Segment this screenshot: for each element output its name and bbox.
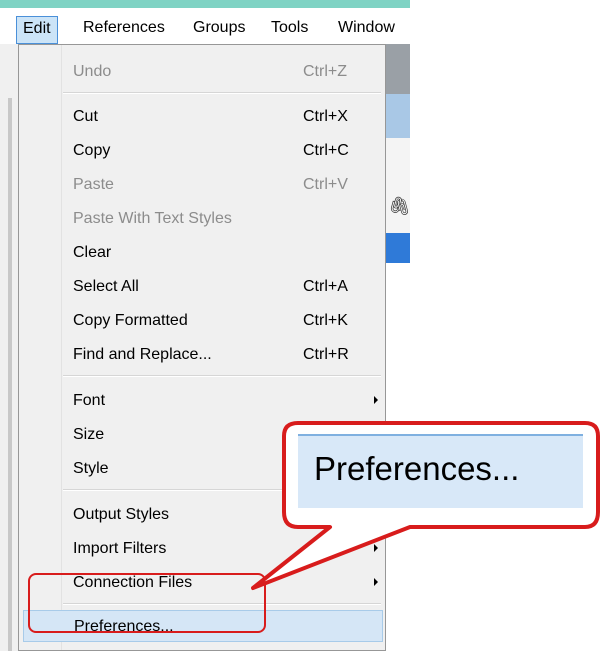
menu-item-find-and-replace[interactable]: Find and Replace... Ctrl+R bbox=[19, 339, 385, 369]
menu-item-label: Paste With Text Styles bbox=[73, 210, 232, 227]
menu-item-clear[interactable]: Clear bbox=[19, 237, 385, 267]
menu-item-label: Copy Formatted bbox=[73, 312, 188, 329]
submenu-arrow-icon bbox=[374, 396, 378, 404]
menu-references[interactable]: References bbox=[83, 19, 165, 37]
menu-item-label: Find and Replace... bbox=[73, 346, 212, 363]
menu-item-copy-formatted[interactable]: Copy Formatted Ctrl+K bbox=[19, 305, 385, 335]
menu-bar: Edit References Groups Tools Window bbox=[0, 0, 410, 44]
menu-item-label: Size bbox=[73, 426, 105, 443]
edit-menu-dropdown: Undo Ctrl+Z Cut Ctrl+X Copy Ctrl+C Paste… bbox=[18, 44, 386, 651]
menu-item-shortcut: Ctrl+C bbox=[303, 142, 349, 159]
menu-item-shortcut: Ctrl+A bbox=[303, 278, 348, 295]
menu-item-import-filters[interactable]: Import Filters bbox=[19, 533, 385, 563]
menu-item-shortcut: Ctrl+K bbox=[303, 312, 348, 329]
app-left-frame-border bbox=[8, 98, 12, 651]
submenu-arrow-icon bbox=[374, 578, 378, 586]
app-toolbar-strip bbox=[385, 44, 410, 94]
menu-item-label: Copy bbox=[73, 142, 111, 159]
menu-item-shortcut: Ctrl+R bbox=[303, 346, 349, 363]
menu-item-paste-with-text-styles[interactable]: Paste With Text Styles bbox=[19, 203, 385, 233]
callout-label: Preferences... bbox=[314, 450, 520, 487]
menu-item-shortcut: Ctrl+X bbox=[303, 108, 348, 125]
app-header-strip bbox=[385, 94, 410, 138]
menu-separator bbox=[63, 92, 381, 94]
menu-item-label: Style bbox=[73, 460, 109, 477]
menu-item-paste[interactable]: Paste Ctrl+V bbox=[19, 169, 385, 199]
menu-item-label: Cut bbox=[73, 108, 98, 125]
menu-item-label: Paste bbox=[73, 176, 114, 193]
app-list-area bbox=[385, 138, 410, 233]
submenu-arrow-icon bbox=[374, 544, 378, 552]
menu-item-label: Import Filters bbox=[73, 540, 167, 557]
menu-item-font[interactable]: Font bbox=[19, 385, 385, 415]
menu-groups[interactable]: Groups bbox=[193, 19, 245, 37]
menu-item-label: Select All bbox=[73, 278, 139, 295]
menu-tools[interactable]: Tools bbox=[271, 19, 308, 37]
menu-item-shortcut: Ctrl+Z bbox=[303, 63, 347, 80]
menu-item-label: Output Styles bbox=[73, 506, 170, 523]
menu-item-copy[interactable]: Copy Ctrl+C bbox=[19, 135, 385, 165]
menu-item-label: Clear bbox=[73, 244, 112, 261]
app-selected-row bbox=[385, 233, 410, 263]
menu-item-cut[interactable]: Cut Ctrl+X bbox=[19, 101, 385, 131]
preferences-highlight-box bbox=[28, 573, 266, 633]
menu-window[interactable]: Window bbox=[338, 19, 395, 37]
menu-item-select-all[interactable]: Select All Ctrl+A bbox=[19, 271, 385, 301]
menu-item-label: Undo bbox=[73, 63, 112, 80]
callout-preferences-zoom: Preferences... bbox=[298, 434, 583, 508]
submenu-arrow-icon bbox=[374, 510, 378, 518]
menu-edit[interactable]: Edit bbox=[16, 16, 58, 44]
menu-item-shortcut: Ctrl+V bbox=[303, 176, 348, 193]
menu-separator bbox=[63, 375, 381, 377]
paperclip-icon: 🖇 bbox=[388, 196, 411, 216]
menu-item-label: Font bbox=[73, 392, 106, 409]
menu-item-undo[interactable]: Undo Ctrl+Z bbox=[19, 56, 385, 86]
